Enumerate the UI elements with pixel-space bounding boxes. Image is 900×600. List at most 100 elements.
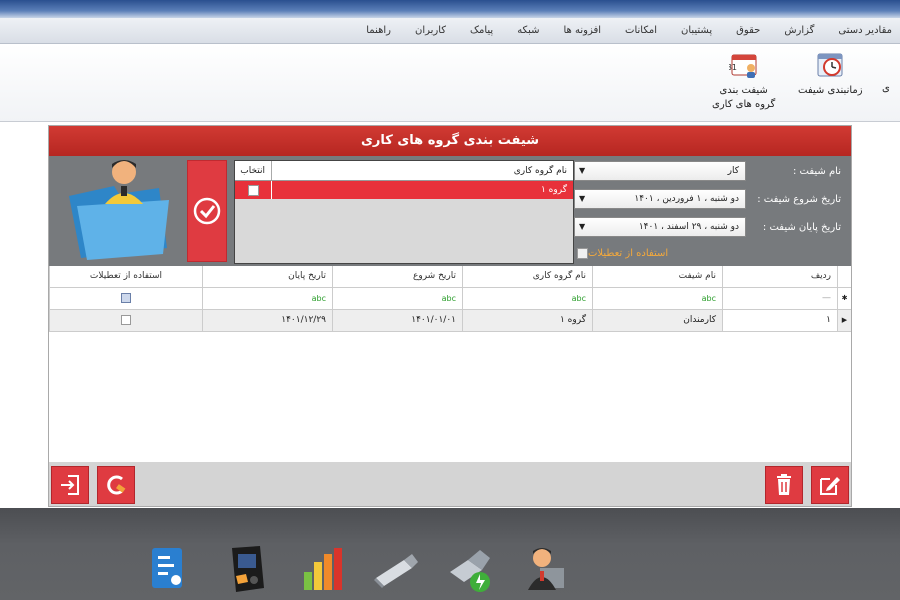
shift-start-field: تاریخ شروع شیفت : دو شنبه ، ۱ فروردین ، … <box>571 188 841 210</box>
shift-end-field: تاریخ پایان شیفت : دو شنبه ، ۲۹ اسفند ، … <box>571 216 841 238</box>
grid-new-row[interactable]: ✱ — abc abc abc abc <box>49 288 851 310</box>
new-row-group-cell[interactable]: abc <box>462 288 592 309</box>
shift-end-value: دو شنبه ، ۲۹ اسفند ، ۱۴۰۱ <box>638 222 739 232</box>
menu-item-sms[interactable]: پیامک <box>470 25 493 36</box>
calendar-number: 31 <box>729 63 737 72</box>
dropdown-arrow-icon: ▼ <box>579 222 586 231</box>
new-row-holidays-cell[interactable] <box>49 288 202 309</box>
menu-item-users[interactable]: کاربران <box>415 25 446 36</box>
calendar-user-icon: 31 <box>726 50 759 80</box>
document-icon[interactable] <box>146 544 194 594</box>
ribbon-cut-label: ی <box>882 83 890 94</box>
new-row-shift-marker: abc <box>701 294 716 303</box>
ribbon: ی زمانبندی شیفت 31 شیفت بندی گروه های کا… <box>0 44 900 122</box>
shift-end-label: تاریخ پایان شیفت : <box>762 221 841 233</box>
panel-title: شیفت بندی گروه های کاری <box>49 126 851 156</box>
menu-bar: مقادیر دستی گزارش حقوق پشتیبان امکانات ا… <box>0 18 900 44</box>
new-row-holidays-checkbox[interactable] <box>121 292 131 303</box>
attendance-device-icon[interactable] <box>222 544 270 594</box>
shift-name-select[interactable]: کار ▼ <box>574 161 746 181</box>
grid-header-start: تاریخ شروع <box>332 266 462 287</box>
table-row[interactable]: ▶ ۱ کارمندان گروه ۱ ۱۴۰۱/۰۱/۰۱ ۱۴۰۱/۱۲/۲… <box>49 310 851 332</box>
work-group-name: گروه ۱ <box>271 181 573 199</box>
menu-item-manual-values[interactable]: مقادیر دستی <box>838 25 892 36</box>
work-group-row[interactable]: گروه ۱ <box>235 181 573 199</box>
shift-group-grid: ردیف نام شیفت نام گروه کاری تاریخ شروع ت… <box>49 266 851 332</box>
new-row-start-cell[interactable]: abc <box>332 288 462 309</box>
dropdown-arrow-icon: ▼ <box>579 166 586 175</box>
menu-item-network[interactable]: شبکه <box>517 25 539 36</box>
menu-item-features[interactable]: امکانات <box>625 25 657 36</box>
menu-item-help[interactable]: راهنما <box>366 25 391 36</box>
shift-end-date-picker[interactable]: دو شنبه ، ۲۹ اسفند ، ۱۴۰۱ ▼ <box>574 217 746 237</box>
action-bar <box>49 462 851 506</box>
shift-name-value: کار <box>727 166 739 176</box>
grid-header-index: ردیف <box>722 266 837 287</box>
form-area: نام گروه کاری انتخاب گروه ۱ نام شیفت : ک… <box>49 156 851 266</box>
confirm-button[interactable] <box>187 160 227 262</box>
trash-icon <box>777 474 791 495</box>
new-row-end-marker: abc <box>311 294 326 303</box>
bar-chart-icon[interactable] <box>298 544 346 594</box>
refresh-clear-button[interactable] <box>97 466 135 504</box>
work-group-select-cell <box>235 181 271 199</box>
holidays-label: استفاده از تعطیلات <box>588 247 669 259</box>
new-row-group-marker: abc <box>571 294 586 303</box>
work-group-list-header: نام گروه کاری انتخاب <box>235 161 573 181</box>
shift-start-value: دو شنبه ، ۱ فروردین ، ۱۴۰۱ <box>634 194 739 204</box>
work-group-list: نام گروه کاری انتخاب گروه ۱ <box>234 160 574 264</box>
shift-name-label: نام شیفت : <box>792 165 841 177</box>
user-folder-icon <box>59 156 184 264</box>
row-end[interactable]: ۱۴۰۱/۱۲/۲۹ <box>202 310 332 331</box>
new-row-index-cell[interactable]: — <box>722 288 837 309</box>
menu-item-plugins[interactable]: افزونه ها <box>563 25 601 36</box>
delete-button[interactable] <box>765 466 803 504</box>
row-start[interactable]: ۱۴۰۱/۰۱/۰۱ <box>332 310 462 331</box>
shift-group-panel: شیفت بندی گروه های کاری نام گروه کاری ان… <box>48 125 852 507</box>
check-circle-icon <box>193 197 221 225</box>
grid-header-group: نام گروه کاری <box>462 266 592 287</box>
usb-drive-icon[interactable] <box>372 544 420 594</box>
shift-start-date-picker[interactable]: دو شنبه ، ۱ فروردین ، ۱۴۰۱ ▼ <box>574 189 746 209</box>
new-row-indicator: ✱ <box>837 288 851 309</box>
user-management-icon[interactable] <box>520 544 568 594</box>
row-shift[interactable]: کارمندان <box>592 310 722 331</box>
network-connected-icon[interactable] <box>446 544 494 594</box>
shift-name-field: نام شیفت : کار ▼ <box>571 160 841 182</box>
shift-start-label: تاریخ شروع شیفت : <box>757 193 841 205</box>
clock-calendar-icon <box>815 50 845 80</box>
menu-item-report[interactable]: گزارش <box>784 25 814 36</box>
grid-header-indicator <box>837 266 851 287</box>
refresh-icon <box>107 475 126 495</box>
grid-header-end: تاریخ پایان <box>202 266 332 287</box>
row-group[interactable]: گروه ۱ <box>462 310 592 331</box>
edit-icon <box>820 477 840 495</box>
row-holidays-checkbox[interactable] <box>121 314 131 325</box>
new-row-shift-cell[interactable]: abc <box>592 288 722 309</box>
edit-button[interactable] <box>811 466 849 504</box>
taskbar <box>0 508 900 600</box>
grid-header-holidays: استفاده از تعطیلات <box>49 266 202 287</box>
new-row-start-marker: abc <box>441 294 456 303</box>
grid-header-shift: نام شیفت <box>592 266 722 287</box>
ribbon-cut-item[interactable]: ی <box>882 82 890 96</box>
holidays-field: استفاده از تعطیلات <box>571 242 841 264</box>
ribbon-shift-groups-label-2: گروه های کاری <box>712 99 776 110</box>
menu-item-salary[interactable]: حقوق <box>736 25 760 36</box>
work-group-select-checkbox[interactable] <box>247 184 259 196</box>
ribbon-shift-groups-label-1: شیفت بندی <box>719 85 768 96</box>
row-indicator: ▶ <box>837 310 851 331</box>
dropdown-arrow-icon: ▼ <box>579 194 586 203</box>
row-index[interactable]: ۱ <box>722 310 837 331</box>
holidays-checkbox[interactable] <box>577 247 588 259</box>
ribbon-shift-groups-button[interactable]: 31 شیفت بندی گروه های کاری <box>712 50 775 112</box>
grid-header-row: ردیف نام شیفت نام گروه کاری تاریخ شروع ت… <box>49 266 851 288</box>
menu-item-backup[interactable]: پشتیبان <box>681 25 712 36</box>
col-header-group-name: نام گروه کاری <box>271 161 573 180</box>
ribbon-shift-schedule-button[interactable]: زمانبندی شیفت <box>798 50 863 98</box>
exit-icon <box>61 475 79 495</box>
new-row-end-cell[interactable]: abc <box>202 288 332 309</box>
row-holidays-cell[interactable] <box>49 310 202 331</box>
exit-button[interactable] <box>51 466 89 504</box>
ribbon-shift-schedule-label: زمانبندی شیفت <box>798 85 863 96</box>
